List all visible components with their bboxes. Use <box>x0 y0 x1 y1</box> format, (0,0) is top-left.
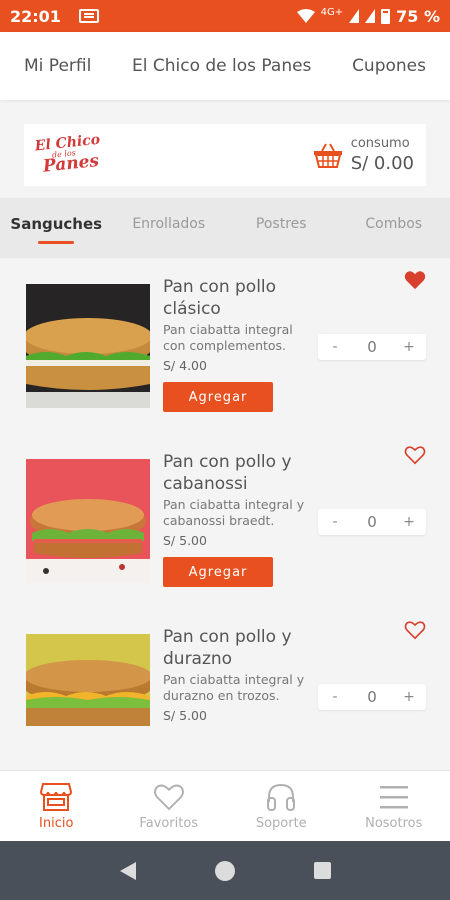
bottom-nav-label: Inicio <box>39 815 74 831</box>
bottom-nav-label: Favoritos <box>139 815 199 831</box>
nav-cupones[interactable]: Cupones <box>352 56 426 76</box>
recent-apps-icon[interactable] <box>313 862 331 879</box>
wifi-icon <box>296 9 315 23</box>
product-price: S/ 4.00 <box>163 358 207 373</box>
heart-icon <box>153 784 184 810</box>
network-type: 4G+ <box>320 6 344 18</box>
product-image <box>26 284 150 408</box>
decrement-button[interactable]: - <box>328 689 342 705</box>
bottom-nav-favoritos[interactable]: Favoritos <box>113 771 226 841</box>
home-icon[interactable] <box>214 860 235 881</box>
product-price: S/ 5.00 <box>163 708 207 723</box>
brand-card: El Chico de los Panes consumo S/ 0.00 <box>24 124 426 186</box>
battery-level: 75 % <box>396 6 440 26</box>
increment-button[interactable]: + <box>402 339 416 355</box>
signal-icon-2 <box>365 9 376 23</box>
back-icon[interactable] <box>119 861 136 880</box>
basket-icon <box>313 143 342 168</box>
bottom-nav-label: Nosotros <box>365 815 423 831</box>
status-time: 22:01 <box>10 6 61 26</box>
product-image <box>26 459 150 583</box>
store-icon <box>40 782 73 811</box>
nav-mi-perfil[interactable]: Mi Perfil <box>24 56 91 76</box>
cart-summary[interactable]: consumo S/ 0.00 <box>313 136 414 174</box>
decrement-button[interactable]: - <box>328 514 342 530</box>
battery-icon <box>381 8 391 24</box>
quantity-value: 0 <box>367 513 377 531</box>
quantity-stepper: - 0 + <box>318 509 426 535</box>
tab-enrollados[interactable]: Enrollados <box>113 198 226 258</box>
heart-outline-icon[interactable] <box>404 620 426 640</box>
system-nav-bar <box>0 841 450 900</box>
cart-label: consumo <box>350 136 410 151</box>
bottom-nav: Inicio Favoritos Soporte Nosotros <box>0 770 450 841</box>
product-description: Pan ciabatta integral y durazno en trozo… <box>163 672 305 703</box>
quantity-stepper: - 0 + <box>318 334 426 360</box>
heart-filled-icon[interactable] <box>404 270 426 290</box>
status-indicators: 4G+ 75 % <box>296 6 440 26</box>
add-button[interactable]: Agregar <box>163 382 273 412</box>
category-tabs: Sanguches Enrollados Postres Combos <box>0 198 450 258</box>
increment-button[interactable]: + <box>402 514 416 530</box>
quantity-value: 0 <box>367 338 377 356</box>
signal-icon <box>349 9 360 23</box>
product-name: Pan con pollo clásico <box>163 277 277 319</box>
heart-outline-icon[interactable] <box>404 445 426 465</box>
increment-button[interactable]: + <box>402 689 416 705</box>
brand-logo: El Chico de los Panes <box>34 132 103 177</box>
status-bar: 22:01 4G+ 75 % <box>0 0 450 32</box>
add-button[interactable]: Agregar <box>163 557 273 587</box>
bottom-nav-nosotros[interactable]: Nosotros <box>338 771 450 841</box>
top-nav: Mi Perfil El Chico de los Panes Cupones <box>0 32 450 100</box>
decrement-button[interactable]: - <box>328 339 342 355</box>
menu-icon <box>379 785 408 808</box>
quantity-stepper: - 0 + <box>318 684 426 710</box>
product-name: Pan con pollo y durazno <box>163 627 292 669</box>
tab-sanguches[interactable]: Sanguches <box>0 198 113 258</box>
product-name: Pan con pollo y cabanossi <box>163 452 292 494</box>
quantity-value: 0 <box>367 688 377 706</box>
bottom-nav-inicio[interactable]: Inicio <box>0 771 113 841</box>
tab-combos[interactable]: Combos <box>338 198 450 258</box>
bottom-nav-label: Soporte <box>255 815 307 831</box>
tab-postres[interactable]: Postres <box>225 198 338 258</box>
product-description: Pan ciabatta integral con complementos. <box>163 322 293 353</box>
nav-chico-de-los-panes[interactable]: El Chico de los Panes <box>132 56 311 76</box>
product-image <box>26 634 150 726</box>
product-description: Pan ciabatta integral y cabanossi braedt… <box>163 497 305 528</box>
cart-total: S/ 0.00 <box>350 153 414 174</box>
bottom-nav-soporte[interactable]: Soporte <box>225 771 338 841</box>
logo-line-3: Panes <box>42 151 100 177</box>
headset-icon <box>267 783 296 811</box>
product-price: S/ 5.00 <box>163 533 207 548</box>
app-notification-icon <box>78 9 99 23</box>
